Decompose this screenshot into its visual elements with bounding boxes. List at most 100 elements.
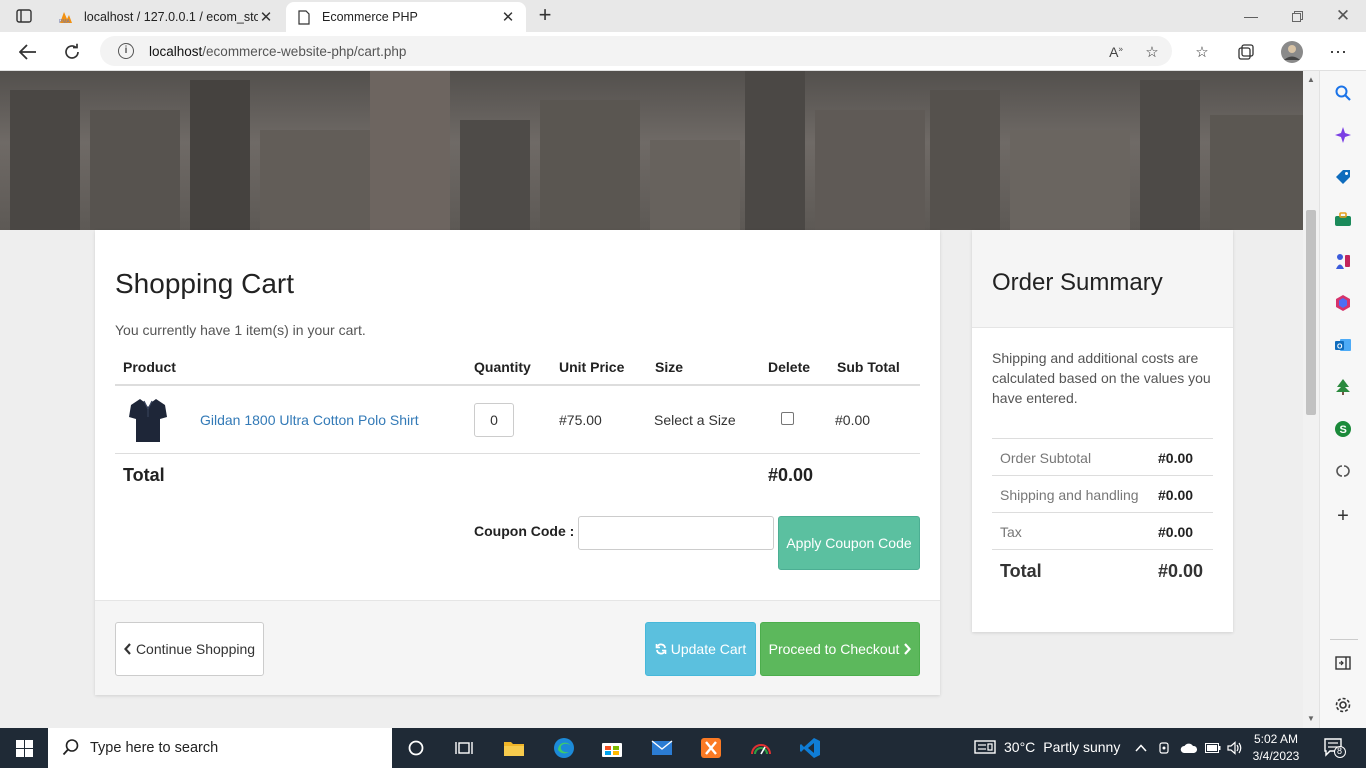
site-info-icon[interactable]: i xyxy=(118,43,134,59)
page-scrollbar[interactable]: ▲ ▼ xyxy=(1303,71,1319,728)
quantity-input[interactable] xyxy=(474,403,514,437)
volume-icon[interactable] xyxy=(1226,740,1244,756)
cart-total-row: Total #0.00 xyxy=(115,454,920,494)
tab-ecommerce[interactable]: Ecommerce PHP ✕ xyxy=(286,2,526,32)
header-quantity: Quantity xyxy=(474,359,531,375)
scrollbar-thumb[interactable] xyxy=(1306,210,1316,415)
chevron-up-icon[interactable] xyxy=(1132,740,1150,756)
onedrive-icon[interactable] xyxy=(1180,740,1198,756)
url-field[interactable]: i localhost/ecommerce-website-php/cart.p… xyxy=(100,36,1172,66)
clock-date: 3/4/2023 xyxy=(1252,749,1300,763)
sidebar-divider xyxy=(1330,639,1358,640)
mail-icon[interactable] xyxy=(647,734,677,762)
settings-gear-icon[interactable] xyxy=(1333,695,1353,715)
weather-text: Partly sunny xyxy=(1043,739,1121,755)
weather-icon xyxy=(974,739,996,755)
copilot-icon[interactable] xyxy=(1333,461,1353,481)
shopping-tag-icon[interactable] xyxy=(1333,167,1353,187)
outlook-icon[interactable]: O xyxy=(1333,335,1353,355)
close-tab-icon[interactable]: ✕ xyxy=(258,8,274,26)
proceed-checkout-button[interactable]: Proceed to Checkout xyxy=(760,622,920,676)
tab-phpmyadmin[interactable]: PMA localhost / 127.0.0.1 / ecom_store ✕ xyxy=(48,2,284,32)
read-aloud-icon[interactable]: A» xyxy=(1104,40,1128,64)
scroll-down-icon[interactable]: ▼ xyxy=(1306,714,1316,724)
tree-icon[interactable] xyxy=(1333,377,1353,397)
page-icon xyxy=(296,9,312,25)
url-path: /ecommerce-website-php/cart.php xyxy=(202,43,407,59)
order-summary-table: Order Subtotal #0.00 Shipping and handli… xyxy=(992,438,1213,590)
table-row: Gildan 1800 Ultra Cotton Polo Shirt #75.… xyxy=(115,386,920,454)
office-icon[interactable] xyxy=(1333,293,1353,313)
favorites-icon[interactable]: ☆ xyxy=(1190,40,1214,64)
games-icon[interactable] xyxy=(1333,251,1353,271)
xampp-icon[interactable] xyxy=(696,734,726,762)
cortana-icon[interactable] xyxy=(401,734,431,762)
refresh-icon[interactable] xyxy=(58,38,86,66)
app-gauge-icon[interactable] xyxy=(746,734,776,762)
add-favorite-icon[interactable]: ☆ xyxy=(1140,40,1164,64)
table-row: Tax #0.00 xyxy=(992,513,1213,550)
close-tab-icon[interactable]: ✕ xyxy=(500,8,516,26)
chevron-left-icon xyxy=(123,643,132,655)
summary-total-value: #0.00 xyxy=(1158,561,1204,581)
battery-icon[interactable] xyxy=(1204,740,1222,756)
search-icon[interactable] xyxy=(1333,83,1353,103)
apply-coupon-button[interactable]: Apply Coupon Code xyxy=(778,516,920,570)
delete-checkbox[interactable] xyxy=(781,412,794,425)
table-row: Shipping and handling #0.00 xyxy=(992,476,1213,513)
continue-shopping-button[interactable]: Continue Shopping xyxy=(115,622,264,676)
taskbar-search-box[interactable]: Type here to search xyxy=(48,728,392,768)
minimize-icon[interactable]: — xyxy=(1228,0,1274,32)
clock-time: 5:02 AM xyxy=(1253,732,1299,746)
copilot-sparkle-icon[interactable] xyxy=(1333,125,1353,145)
table-row: Order Subtotal #0.00 xyxy=(992,439,1213,476)
hide-sidebar-icon[interactable] xyxy=(1333,653,1353,673)
add-sidebar-app-icon[interactable]: + xyxy=(1333,505,1353,527)
order-summary-panel: Order Summary Shipping and additional co… xyxy=(972,230,1233,632)
collections-icon[interactable] xyxy=(1234,40,1258,64)
product-thumbnail[interactable] xyxy=(128,397,168,443)
file-explorer-icon[interactable] xyxy=(499,734,529,762)
meet-now-icon[interactable] xyxy=(1156,740,1174,756)
tools-icon[interactable] xyxy=(1333,209,1353,229)
profile-avatar[interactable] xyxy=(1280,40,1304,64)
size-selector[interactable]: Select a Size xyxy=(654,412,736,428)
product-link[interactable]: Gildan 1800 Ultra Cotton Polo Shirt xyxy=(200,412,419,428)
summary-row-value: #0.00 xyxy=(1158,487,1194,503)
hero-city-image xyxy=(0,71,1303,230)
notification-center-icon[interactable]: 8 xyxy=(1324,738,1346,758)
back-icon[interactable] xyxy=(14,38,42,66)
more-menu-icon[interactable]: ⋯ xyxy=(1326,40,1350,64)
new-tab-icon[interactable]: + xyxy=(534,4,556,26)
microsoft-store-icon[interactable] xyxy=(597,734,627,762)
coupon-code-input[interactable] xyxy=(578,516,774,550)
order-summary-header: Order Summary xyxy=(972,230,1233,328)
scroll-up-icon[interactable]: ▲ xyxy=(1306,75,1316,85)
checkout-label: Proceed to Checkout xyxy=(768,641,900,657)
vscode-icon[interactable] xyxy=(795,734,825,762)
summary-row-value: #0.00 xyxy=(1158,450,1194,466)
header-subtotal: Sub Total xyxy=(837,359,900,375)
skype-icon[interactable]: S xyxy=(1333,419,1353,439)
windows-start-icon[interactable] xyxy=(0,728,48,768)
weather-widget[interactable]: 30°C Partly sunny xyxy=(974,739,1120,755)
task-view-icon[interactable] xyxy=(449,734,479,762)
close-window-icon[interactable]: ✕ xyxy=(1320,0,1366,32)
summary-row-label: Shipping and handling xyxy=(1000,487,1139,503)
summary-row-value: #0.00 xyxy=(1158,524,1194,540)
refresh-icon xyxy=(655,643,667,655)
tab-actions-icon[interactable] xyxy=(8,6,40,26)
browser-tab-bar: PMA localhost / 127.0.0.1 / ecom_store ✕… xyxy=(0,0,1366,32)
coupon-label: Coupon Code : xyxy=(474,523,575,539)
page-viewport: Shopping Cart You currently have 1 item(… xyxy=(0,71,1303,728)
apply-coupon-label: Apply Coupon Code xyxy=(786,535,912,551)
restore-icon[interactable] xyxy=(1274,0,1320,32)
order-summary-description: Shipping and additional costs are calcul… xyxy=(992,350,1211,406)
header-unit-price: Unit Price xyxy=(559,359,625,375)
update-cart-button[interactable]: Update Cart xyxy=(645,622,756,676)
edge-browser-icon[interactable] xyxy=(549,734,579,762)
tab-title: localhost / 127.0.0.1 / ecom_store xyxy=(84,10,258,24)
taskbar-clock[interactable]: 5:02 AM 3/4/2023 xyxy=(1250,731,1302,765)
total-label: Total xyxy=(123,465,165,485)
url-host: localhost xyxy=(149,43,203,59)
